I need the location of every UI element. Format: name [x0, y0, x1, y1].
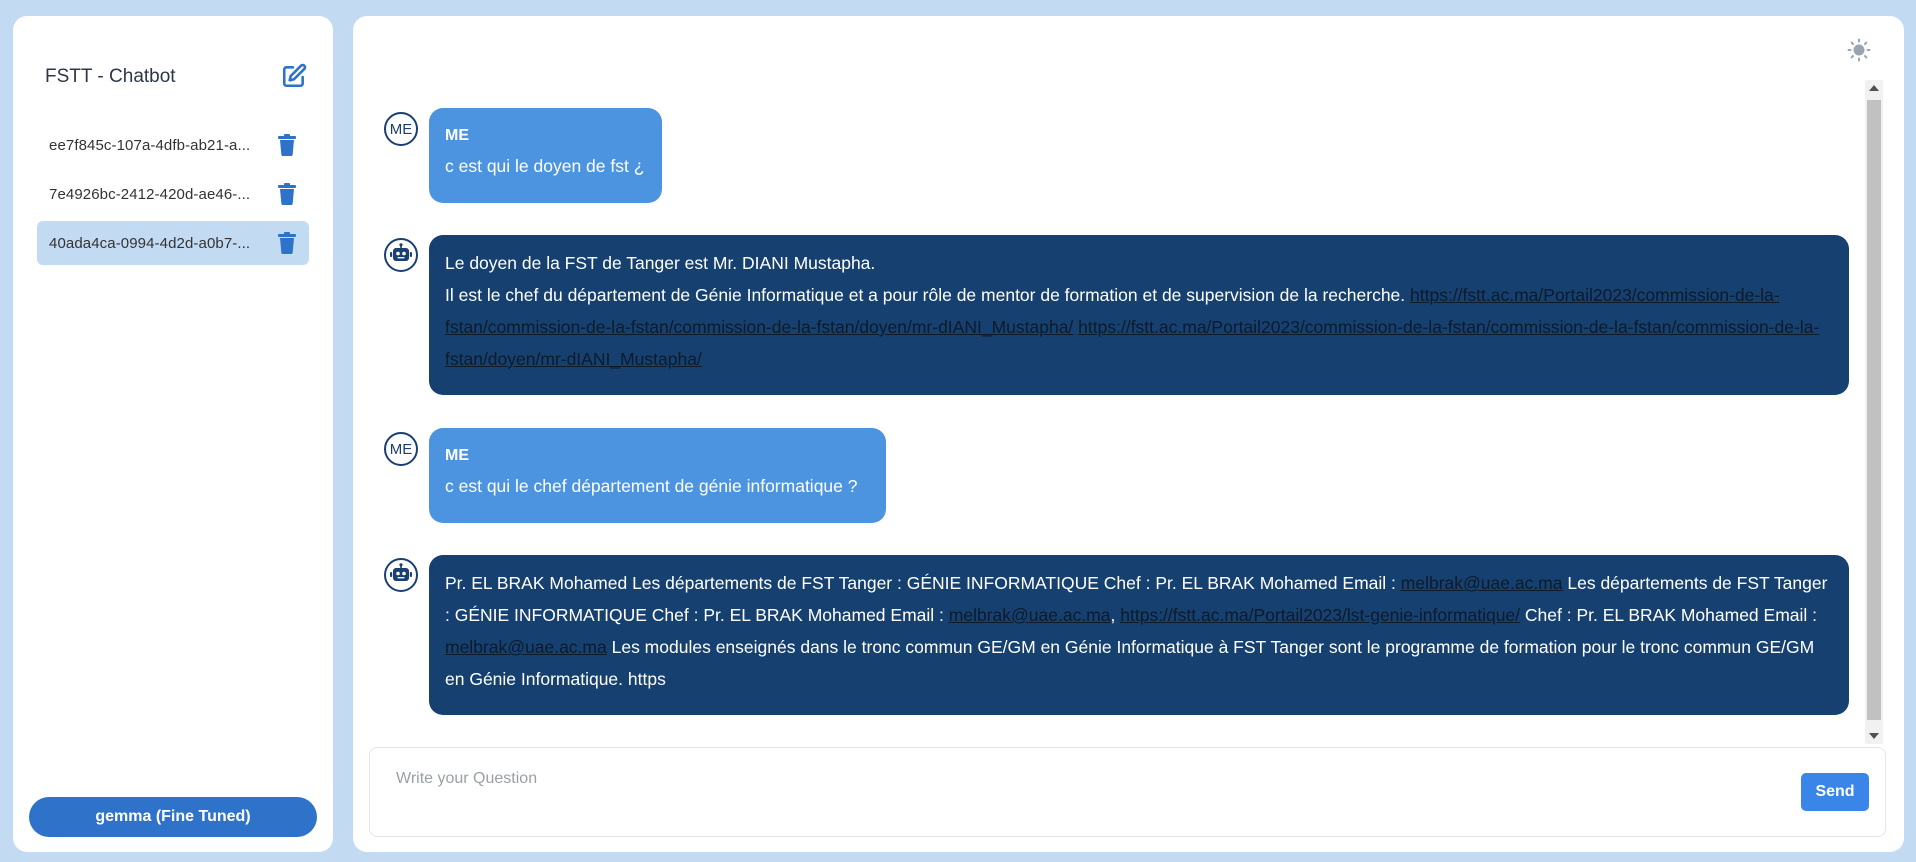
- email-link[interactable]: melbrak@uae.ac.ma: [445, 637, 607, 657]
- sidebar: FSTT - Chatbot ee7f845c-107a-4dfb-ab21-a…: [13, 16, 333, 852]
- separator: ,: [1110, 605, 1116, 625]
- conversation-label: ee7f845c-107a-4dfb-ab21-a...: [49, 136, 251, 154]
- message-line: Il est le chef du département de Génie I…: [445, 285, 1406, 305]
- question-form: Send: [369, 747, 1886, 837]
- email-link[interactable]: melbrak@uae.ac.ma: [949, 605, 1111, 625]
- send-button[interactable]: Send: [1801, 773, 1869, 811]
- robot-icon: [390, 243, 412, 267]
- sun-icon[interactable]: [1847, 38, 1871, 62]
- conversation-item-active[interactable]: 40ada4ca-0994-4d2d-a0b7-...: [37, 221, 309, 265]
- app-title: FSTT - Chatbot: [45, 66, 176, 87]
- scroll-down-arrow-icon[interactable]: [1865, 728, 1883, 744]
- user-avatar: ME: [384, 112, 418, 146]
- scroll-up-arrow-icon[interactable]: [1865, 80, 1883, 96]
- robot-icon: [390, 563, 412, 587]
- model-select-button[interactable]: gemma (Fine Tuned): [29, 797, 317, 837]
- chat-panel: ME ME c est qui le doyen de fst ¿ Le doy…: [353, 16, 1904, 852]
- trash-icon[interactable]: [277, 232, 297, 254]
- message-text: Pr. EL BRAK Mohamed Les départements de …: [445, 573, 1396, 593]
- message-line: Le doyen de la FST de Tanger est Mr. DIA…: [445, 253, 876, 273]
- conversation-label: 7e4926bc-2412-420d-ae46-...: [49, 185, 251, 203]
- message-sender: ME: [445, 447, 469, 464]
- message-text: c est qui le doyen de fst ¿: [445, 156, 645, 176]
- conversation-label: 40ada4ca-0994-4d2d-a0b7-...: [49, 234, 251, 252]
- new-chat-icon[interactable]: [281, 63, 307, 89]
- message-text: c est qui le chef département de génie i…: [445, 476, 858, 496]
- trash-icon[interactable]: [277, 183, 297, 205]
- bot-avatar: [384, 558, 418, 592]
- scrollbar-thumb[interactable]: [1867, 100, 1881, 720]
- chat-scrollbar[interactable]: [1865, 80, 1883, 744]
- message-sender: ME: [445, 127, 469, 144]
- conversation-item[interactable]: 7e4926bc-2412-420d-ae46-...: [37, 172, 309, 216]
- bot-message: Pr. EL BRAK Mohamed Les départements de …: [429, 555, 1849, 715]
- email-link[interactable]: melbrak@uae.ac.ma: [1401, 573, 1563, 593]
- user-message: ME c est qui le doyen de fst ¿: [429, 108, 662, 203]
- question-input[interactable]: [384, 764, 1564, 794]
- message-link[interactable]: https://fstt.ac.ma/Portail2023/lst-genie…: [1120, 605, 1520, 625]
- conversation-item[interactable]: ee7f845c-107a-4dfb-ab21-a...: [37, 123, 309, 167]
- message-text: Les modules enseignés dans le tronc comm…: [445, 637, 1815, 689]
- user-avatar: ME: [384, 432, 418, 466]
- bot-avatar: [384, 238, 418, 272]
- bot-message: Le doyen de la FST de Tanger est Mr. DIA…: [429, 235, 1849, 395]
- message-text: Chef : Pr. EL BRAK Mohamed Email :: [1524, 605, 1818, 625]
- user-message: ME c est qui le chef département de géni…: [429, 428, 886, 523]
- trash-icon[interactable]: [277, 134, 297, 156]
- conversation-list: ee7f845c-107a-4dfb-ab21-a... 7e4926bc-24…: [37, 123, 309, 270]
